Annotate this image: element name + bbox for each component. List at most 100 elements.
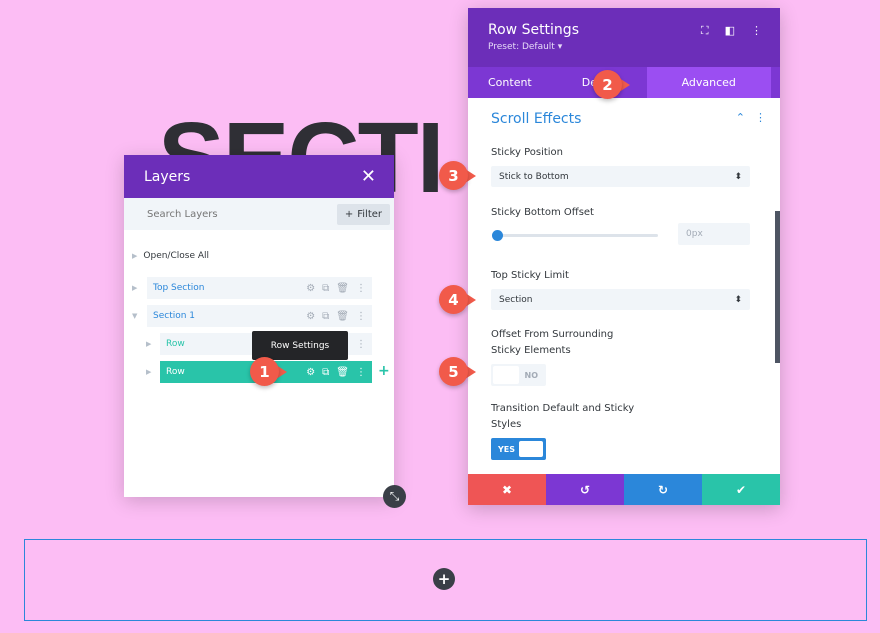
preset-dropdown[interactable]: Preset: Default ▾ <box>488 42 760 52</box>
more-icon[interactable]: ⋮ <box>356 283 366 294</box>
toggle-knob <box>493 366 519 384</box>
transition-toggle[interactable]: YES <box>491 438 546 460</box>
layer-item-label: Top Section <box>153 283 205 293</box>
toggle-knob <box>519 441 543 457</box>
callout-number: 1 <box>250 357 279 386</box>
trash-icon[interactable]: 🗑 <box>336 283 349 294</box>
scrollbar[interactable] <box>775 211 780 363</box>
add-section-icon[interactable]: + <box>433 568 455 590</box>
callout-1: 1 <box>250 357 287 386</box>
select-value: Section <box>499 294 533 305</box>
offset-surrounding-label: Offset From Surrounding Sticky Elements <box>491 327 613 359</box>
more-icon[interactable]: ⋮ <box>356 367 366 378</box>
expand-arrow-icon[interactable]: ▶ <box>146 368 151 376</box>
expand-arrow-icon[interactable]: ▶ <box>146 340 151 348</box>
collapse-arrow-icon[interactable]: ▼ <box>132 312 137 320</box>
plus-icon: + <box>344 208 354 220</box>
layer-item-actions: ⚙ ⧉ 🗑 ⋮ <box>306 367 366 378</box>
callout-5: 5 <box>439 357 476 386</box>
select-arrows-icon: ⬍ <box>734 294 742 305</box>
sticky-position-select[interactable]: Stick to Bottom ⬍ <box>491 166 750 187</box>
label-line: Transition Default and Sticky <box>491 403 635 414</box>
top-sticky-limit-select[interactable]: Section ⬍ <box>491 289 750 310</box>
tab-content[interactable]: Content <box>468 67 552 98</box>
layers-header: Layers ✕ <box>124 155 394 198</box>
row-settings-tooltip: Row Settings <box>252 331 348 360</box>
filter-label: Filter <box>357 208 382 220</box>
save-button[interactable]: ✔ <box>702 474 780 505</box>
top-sticky-limit-label: Top Sticky Limit <box>491 270 569 281</box>
more-icon[interactable]: ⋮ <box>356 339 366 350</box>
gear-icon[interactable]: ⚙ <box>306 367 315 378</box>
settings-header: Row Settings Preset: Default ▾ ⛶ ◧ ⋮ <box>468 8 780 67</box>
fullscreen-icon[interactable]: ⛶ <box>701 24 709 38</box>
more-icon[interactable]: ⋮ <box>755 111 766 127</box>
chevron-up-icon[interactable]: ⌃ <box>736 111 745 127</box>
callout-number: 5 <box>439 357 468 386</box>
more-icon[interactable]: ⋮ <box>356 311 366 322</box>
callout-2: 2 <box>593 70 630 99</box>
more-icon[interactable]: ⋮ <box>751 24 762 38</box>
transition-label: Transition Default and Sticky Styles <box>491 401 634 433</box>
callout-number: 2 <box>593 70 622 99</box>
duplicate-icon[interactable]: ⧉ <box>322 311 329 322</box>
close-icon: ✖ <box>501 482 513 497</box>
layer-item-actions: ⋮ <box>356 339 366 350</box>
sticky-position-label: Sticky Position <box>491 147 564 158</box>
callout-number: 4 <box>439 285 468 314</box>
layer-item-actions: ⚙ ⧉ 🗑 ⋮ <box>306 283 366 294</box>
cancel-button[interactable]: ✖ <box>468 474 546 505</box>
layers-title: Layers <box>144 168 191 185</box>
header-actions: ⛶ ◧ ⋮ <box>701 24 762 38</box>
trash-icon[interactable]: 🗑 <box>336 311 349 322</box>
offset-surrounding-toggle[interactable]: NO <box>491 364 546 386</box>
check-icon: ✔ <box>735 482 747 497</box>
callout-4: 4 <box>439 285 476 314</box>
duplicate-icon[interactable]: ⧉ <box>322 283 329 294</box>
section-title: Scroll Effects <box>491 111 582 127</box>
undo-button[interactable]: ↺ <box>546 474 624 505</box>
offset-input[interactable]: 0px <box>678 223 750 245</box>
trash-icon[interactable]: 🗑 <box>336 367 349 378</box>
open-close-all[interactable]: ▶ Open/Close All <box>132 251 209 261</box>
add-module-icon[interactable]: + <box>378 363 390 379</box>
layers-search-bar: + Filter <box>124 198 394 230</box>
close-icon[interactable]: ✕ <box>361 167 376 186</box>
toggle-state: YES <box>498 444 516 454</box>
triangle-right-icon: ▶ <box>132 252 138 260</box>
gear-icon[interactable]: ⚙ <box>306 283 315 294</box>
layer-item-label: Section 1 <box>153 311 196 321</box>
callout-number: 3 <box>439 161 468 190</box>
toggle-state: NO <box>524 370 539 380</box>
layer-item-top-section[interactable]: Top Section ⚙ ⧉ 🗑 ⋮ <box>147 277 372 299</box>
slider-handle[interactable] <box>492 230 503 241</box>
section-controls: ⌃ ⋮ <box>736 111 766 127</box>
layers-panel: Layers ✕ + Filter ▶ Open/Close All ▶ Top… <box>124 155 394 497</box>
label-line: Sticky Elements <box>491 345 571 356</box>
settings-footer: ✖ ↺ ↻ ✔ <box>468 474 780 505</box>
select-arrows-icon: ⬍ <box>734 171 742 182</box>
sticky-bottom-offset-label: Sticky Bottom Offset <box>491 207 594 218</box>
layer-item-section-1[interactable]: Section 1 ⚙ ⧉ 🗑 ⋮ <box>147 305 372 327</box>
gear-icon[interactable]: ⚙ <box>306 311 315 322</box>
resize-icon[interactable]: ⤡ <box>383 485 406 508</box>
expand-arrow-icon[interactable]: ▶ <box>132 284 137 292</box>
layer-item-label: Row <box>166 339 185 349</box>
layer-item-label: Row <box>166 367 185 377</box>
settings-body: Scroll Effects ⌃ ⋮ Sticky Position Stick… <box>468 98 780 474</box>
scroll-effects-header[interactable]: Scroll Effects ⌃ ⋮ <box>491 111 766 127</box>
label-line: Offset From Surrounding <box>491 329 614 340</box>
label-line: Styles <box>491 419 522 430</box>
callout-3: 3 <box>439 161 476 190</box>
layer-item-actions: ⚙ ⧉ 🗑 ⋮ <box>306 311 366 322</box>
filter-button[interactable]: + Filter <box>336 203 390 225</box>
open-close-all-label: Open/Close All <box>143 251 209 261</box>
split-view-icon[interactable]: ◧ <box>725 24 735 38</box>
offset-slider[interactable] <box>492 230 658 241</box>
search-input[interactable] <box>147 208 297 220</box>
redo-button[interactable]: ↻ <box>624 474 702 505</box>
select-value: Stick to Bottom <box>499 171 569 182</box>
duplicate-icon[interactable]: ⧉ <box>322 367 329 378</box>
redo-icon: ↻ <box>657 482 669 497</box>
tab-advanced[interactable]: Advanced <box>646 67 771 98</box>
